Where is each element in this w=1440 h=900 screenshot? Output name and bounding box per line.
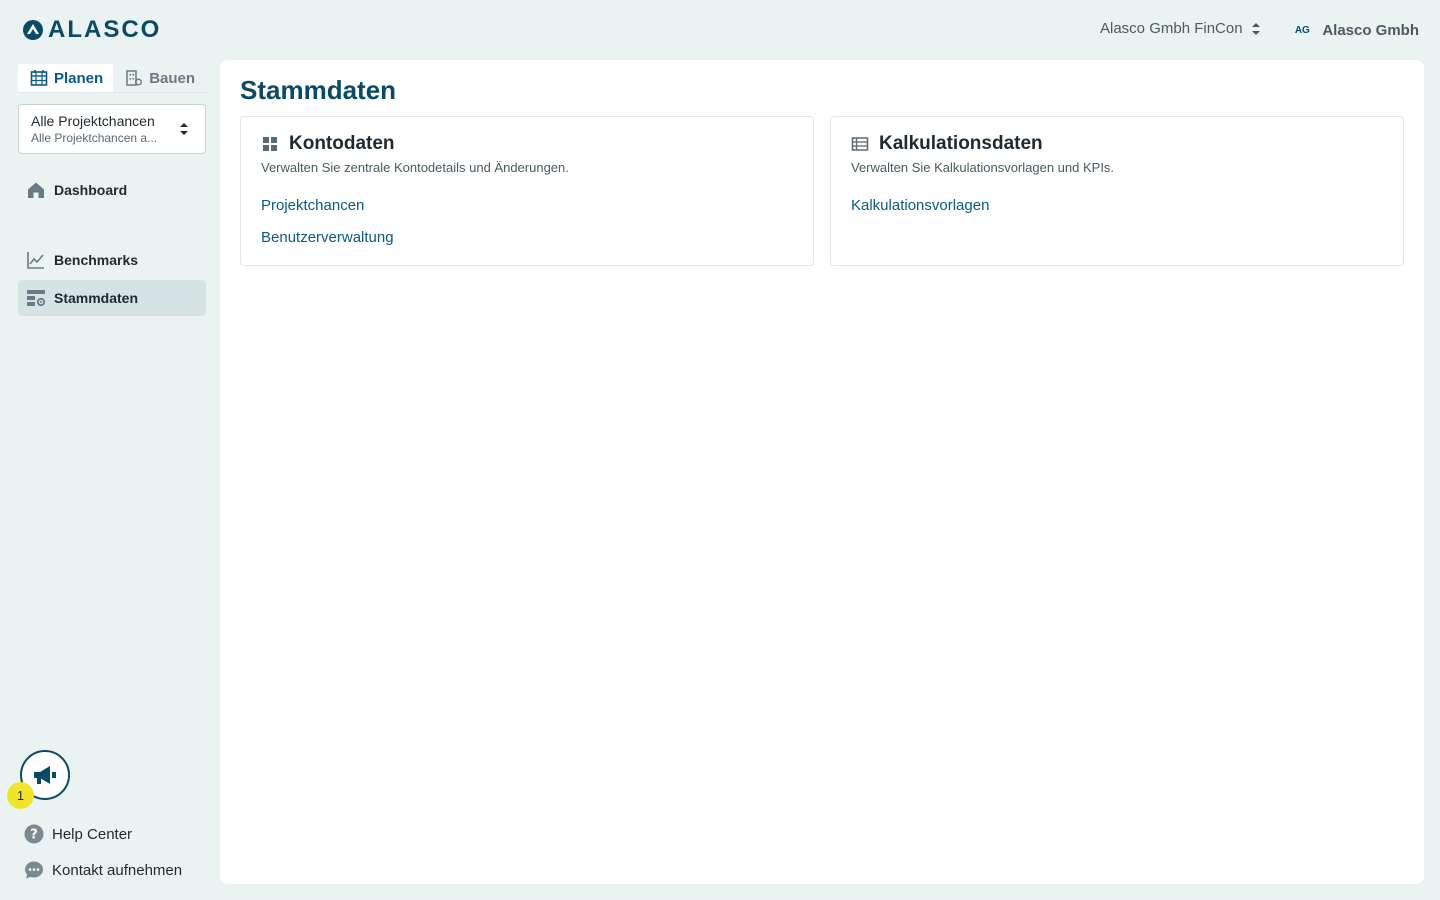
notification-badge: 1 — [7, 782, 34, 809]
mode-tabs: Planen Bauen — [18, 64, 206, 93]
grid-icon — [263, 137, 277, 151]
tab-bauen-label: Bauen — [149, 69, 196, 87]
sidebar-item-benchmarks[interactable]: Benchmarks — [18, 242, 206, 278]
sidebar-item-stammdaten[interactable]: Stammdaten — [18, 280, 206, 316]
card-description: Verwalten Sie Kalkulationsvorlagen und K… — [851, 160, 1115, 175]
tab-planen-label: Planen — [54, 69, 104, 87]
page-title: Stammdaten — [240, 75, 397, 105]
card-title: Kontodaten — [289, 133, 395, 154]
project-select-subtitle: Alle Projektchancen a... — [31, 131, 158, 145]
alasco-logo[interactable]: ALASCO — [22, 18, 161, 42]
card-kalkulationsdaten: Kalkulationsdaten Verwalten Sie Kalkulat… — [830, 116, 1404, 266]
organization-switcher[interactable]: Alasco Gmbh FinCon — [1100, 20, 1261, 37]
project-select-title: Alle Projektchancen — [31, 113, 155, 129]
link-benutzerverwaltung[interactable]: Benutzerverwaltung — [261, 229, 793, 247]
help-center-label: Help Center — [52, 825, 133, 843]
user-name: Alasco Gmbh — [1322, 21, 1419, 39]
building-icon — [126, 70, 143, 86]
megaphone-icon — [34, 766, 56, 784]
table-icon — [851, 137, 869, 151]
contact-label: Kontakt aufnehmen — [52, 861, 183, 879]
settings-table-icon — [27, 290, 46, 307]
organization-name: Alasco Gmbh FinCon — [1100, 20, 1243, 37]
user-menu[interactable]: AG Alasco Gmbh — [1290, 18, 1419, 42]
sort-arrows-icon — [180, 123, 188, 135]
avatar: AG — [1290, 18, 1315, 42]
svg-text:?: ? — [30, 828, 38, 843]
card-title: Kalkulationsdaten — [879, 133, 1043, 154]
sort-arrows-icon — [1251, 22, 1260, 35]
link-projektchancen[interactable]: Projektchancen — [261, 197, 793, 215]
card-description: Verwalten Sie zentrale Kontodetails und … — [261, 160, 569, 175]
chart-line-icon — [27, 252, 44, 269]
card-kontodaten: Kontodaten Verwalten Sie zentrale Kontod… — [240, 116, 814, 266]
logo-text: ALASCO — [48, 16, 162, 43]
sidebar-item-label: Benchmarks — [54, 252, 139, 268]
sidebar-item-dashboard[interactable]: Dashboard — [18, 172, 206, 208]
link-kalkulationsvorlagen[interactable]: Kalkulationsvorlagen — [851, 197, 1383, 215]
help-center-link[interactable]: ? Help Center — [24, 823, 132, 845]
sidebar-item-label: Dashboard — [54, 182, 128, 198]
chat-icon — [25, 861, 43, 879]
help-icon: ? — [24, 824, 44, 844]
contact-link[interactable]: Kontakt aufnehmen — [24, 859, 182, 881]
calendar-grid-icon — [30, 70, 48, 86]
tab-planen[interactable]: Planen — [18, 64, 114, 92]
project-select[interactable]: Alle Projektchancen Alle Projektchancen … — [18, 104, 206, 154]
home-icon — [28, 182, 44, 198]
sidebar-item-label: Stammdaten — [54, 290, 139, 306]
alasco-logo-icon — [23, 20, 43, 40]
main-content: Stammdaten Kontodaten Verwalten Sie zent… — [220, 60, 1424, 884]
tab-bauen[interactable]: Bauen — [113, 64, 205, 92]
